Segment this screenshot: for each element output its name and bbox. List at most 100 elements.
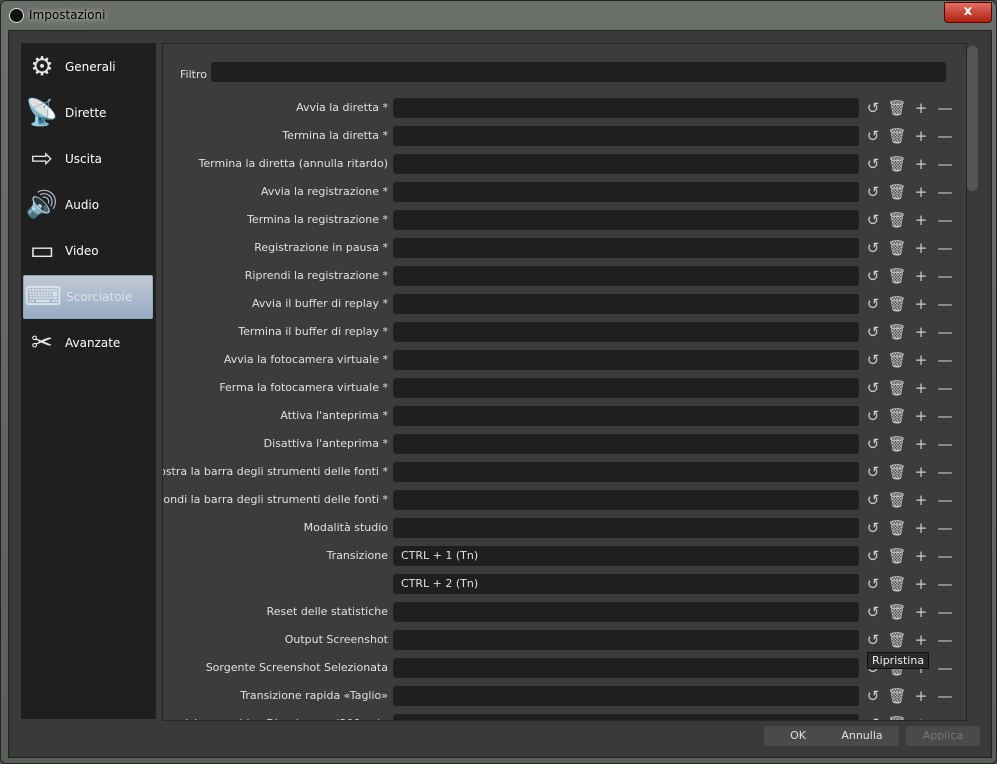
- hotkey-input[interactable]: [393, 518, 859, 538]
- sidebar-item-dirette[interactable]: 📡 Dirette: [23, 91, 153, 135]
- reset-icon[interactable]: ↺: [863, 406, 883, 426]
- trash-icon[interactable]: 🗑: [887, 490, 907, 510]
- trash-icon[interactable]: 🗑: [887, 126, 907, 146]
- minus-icon[interactable]: —: [935, 322, 955, 342]
- minus-icon[interactable]: —: [935, 266, 955, 286]
- plus-icon[interactable]: +: [911, 574, 931, 594]
- scrollbar-thumb[interactable]: [967, 46, 978, 191]
- reset-icon[interactable]: ↺: [863, 378, 883, 398]
- minus-icon[interactable]: —: [935, 574, 955, 594]
- hotkey-input[interactable]: [393, 462, 859, 482]
- minus-icon[interactable]: —: [935, 518, 955, 538]
- sidebar-item-uscita[interactable]: ⇨ Uscita: [23, 137, 153, 181]
- reset-icon[interactable]: ↺: [863, 630, 883, 650]
- minus-icon[interactable]: —: [935, 686, 955, 706]
- scrollbar[interactable]: [967, 43, 978, 719]
- hotkey-input[interactable]: [393, 350, 859, 370]
- plus-icon[interactable]: +: [911, 434, 931, 454]
- minus-icon[interactable]: —: [935, 462, 955, 482]
- minus-icon[interactable]: —: [935, 406, 955, 426]
- minus-icon[interactable]: —: [935, 182, 955, 202]
- cancel-button[interactable]: Annulla: [825, 726, 899, 746]
- close-button[interactable]: x: [944, 2, 992, 23]
- plus-icon[interactable]: +: [911, 518, 931, 538]
- reset-icon[interactable]: ↺: [863, 546, 883, 566]
- plus-icon[interactable]: +: [911, 294, 931, 314]
- plus-icon[interactable]: +: [911, 266, 931, 286]
- reset-icon[interactable]: ↺: [863, 238, 883, 258]
- plus-icon[interactable]: +: [911, 462, 931, 482]
- hotkey-input[interactable]: [393, 406, 859, 426]
- trash-icon[interactable]: 🗑: [887, 266, 907, 286]
- reset-icon[interactable]: ↺: [863, 154, 883, 174]
- hotkey-input[interactable]: [393, 182, 859, 202]
- plus-icon[interactable]: +: [911, 602, 931, 622]
- reset-icon[interactable]: ↺: [863, 350, 883, 370]
- hotkey-input[interactable]: [393, 378, 859, 398]
- sidebar-item-video[interactable]: ▭ Video: [23, 229, 153, 273]
- trash-icon[interactable]: 🗑: [887, 602, 907, 622]
- reset-icon[interactable]: ↺: [863, 294, 883, 314]
- reset-icon[interactable]: ↺: [863, 574, 883, 594]
- trash-icon[interactable]: 🗑: [887, 294, 907, 314]
- minus-icon[interactable]: —: [935, 658, 955, 678]
- minus-icon[interactable]: —: [935, 294, 955, 314]
- hotkey-input[interactable]: [393, 686, 859, 706]
- plus-icon[interactable]: +: [911, 406, 931, 426]
- reset-icon[interactable]: ↺: [863, 602, 883, 622]
- plus-icon[interactable]: +: [911, 322, 931, 342]
- hotkey-input[interactable]: CTRL + 1 (Tn): [393, 546, 859, 566]
- sidebar-item-avanzate[interactable]: ✂ Avanzate: [23, 321, 153, 365]
- trash-icon[interactable]: 🗑: [887, 518, 907, 538]
- hotkey-input[interactable]: [393, 714, 859, 720]
- minus-icon[interactable]: —: [935, 238, 955, 258]
- minus-icon[interactable]: —: [935, 714, 955, 720]
- minus-icon[interactable]: —: [935, 350, 955, 370]
- reset-icon[interactable]: ↺: [863, 322, 883, 342]
- hotkey-input[interactable]: [393, 658, 859, 678]
- hotkey-input[interactable]: [393, 126, 859, 146]
- ok-button[interactable]: OK: [764, 726, 832, 746]
- reset-icon[interactable]: ↺: [863, 490, 883, 510]
- plus-icon[interactable]: +: [911, 238, 931, 258]
- hotkey-input[interactable]: [393, 294, 859, 314]
- hotkey-input[interactable]: [393, 630, 859, 650]
- plus-icon[interactable]: +: [911, 630, 931, 650]
- hotkey-input[interactable]: [393, 98, 859, 118]
- trash-icon[interactable]: 🗑: [887, 350, 907, 370]
- hotkey-input[interactable]: [393, 266, 859, 286]
- trash-icon[interactable]: 🗑: [887, 378, 907, 398]
- trash-icon[interactable]: 🗑: [887, 434, 907, 454]
- trash-icon[interactable]: 🗑: [887, 154, 907, 174]
- hotkey-input[interactable]: [393, 238, 859, 258]
- plus-icon[interactable]: +: [911, 350, 931, 370]
- minus-icon[interactable]: —: [935, 154, 955, 174]
- plus-icon[interactable]: +: [911, 714, 931, 720]
- trash-icon[interactable]: 🗑: [887, 546, 907, 566]
- minus-icon[interactable]: —: [935, 210, 955, 230]
- trash-icon[interactable]: 🗑: [887, 686, 907, 706]
- plus-icon[interactable]: +: [911, 490, 931, 510]
- hotkey-input[interactable]: CTRL + 2 (Tn): [393, 574, 859, 594]
- trash-icon[interactable]: 🗑: [887, 98, 907, 118]
- hotkey-input[interactable]: [393, 490, 859, 510]
- trash-icon[interactable]: 🗑: [887, 714, 907, 720]
- trash-icon[interactable]: 🗑: [887, 574, 907, 594]
- reset-icon[interactable]: ↺: [863, 686, 883, 706]
- plus-icon[interactable]: +: [911, 210, 931, 230]
- minus-icon[interactable]: —: [935, 434, 955, 454]
- hotkey-input[interactable]: [393, 602, 859, 622]
- plus-icon[interactable]: +: [911, 182, 931, 202]
- trash-icon[interactable]: 🗑: [887, 238, 907, 258]
- trash-icon[interactable]: 🗑: [887, 630, 907, 650]
- minus-icon[interactable]: —: [935, 602, 955, 622]
- apply-button[interactable]: Applica: [906, 726, 980, 746]
- reset-icon[interactable]: ↺: [863, 714, 883, 720]
- trash-icon[interactable]: 🗑: [887, 406, 907, 426]
- minus-icon[interactable]: —: [935, 546, 955, 566]
- reset-icon[interactable]: ↺: [863, 434, 883, 454]
- reset-icon[interactable]: ↺: [863, 518, 883, 538]
- plus-icon[interactable]: +: [911, 126, 931, 146]
- sidebar-item-generali[interactable]: ⚙ Generali: [23, 45, 153, 89]
- reset-icon[interactable]: ↺: [863, 182, 883, 202]
